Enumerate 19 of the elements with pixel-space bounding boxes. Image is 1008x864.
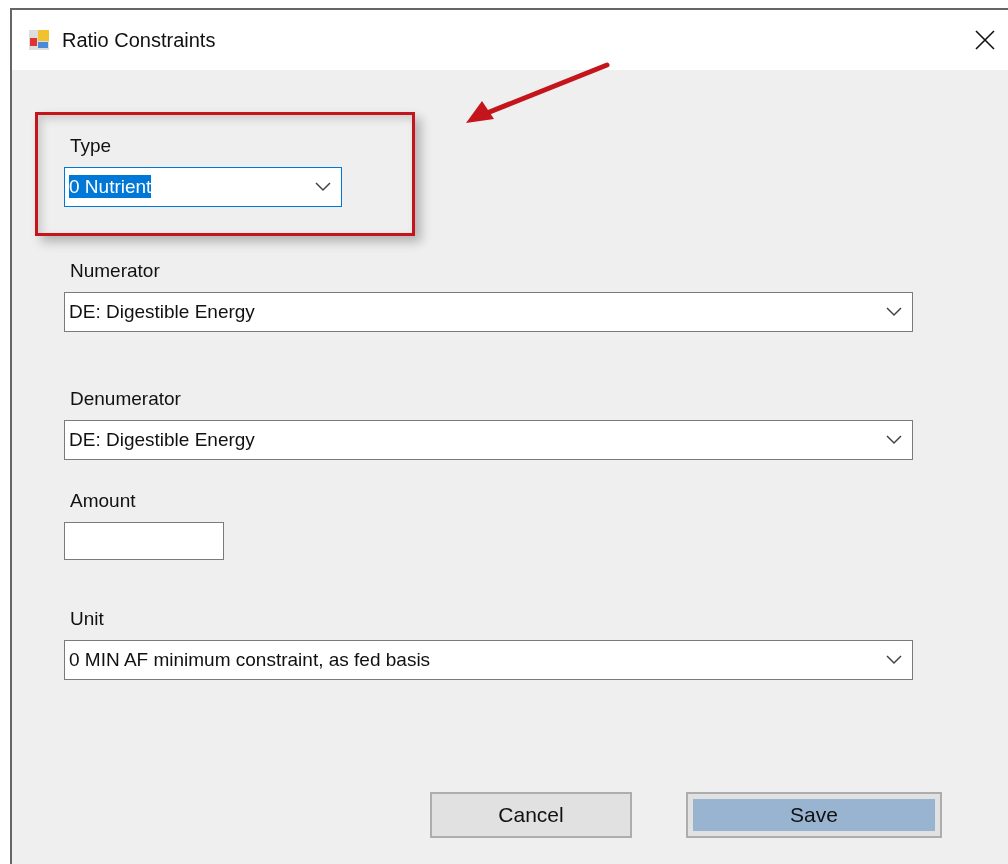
field-label: Type <box>70 135 113 157</box>
chevron-icon <box>886 655 902 665</box>
dropdown-field[interactable]: DE: Digestible Energy <box>64 420 913 460</box>
chevron-icon <box>315 182 331 192</box>
dropdown-field[interactable]: DE: Digestible Energy <box>64 292 913 332</box>
field-label: Unit <box>70 608 105 630</box>
dropdown-field[interactable]: 0 Nutrient <box>64 167 342 207</box>
field-label: Amount <box>70 490 137 512</box>
field-label: Denumerator <box>70 388 182 410</box>
field-label: Numerator <box>70 260 161 282</box>
close-icon <box>974 29 996 51</box>
cancel-button[interactable]: Cancel <box>430 792 632 838</box>
window-title: Ratio Constraints <box>62 28 217 52</box>
save-button[interactable]: Save <box>686 792 942 838</box>
chevron-icon <box>886 435 902 445</box>
app-icon <box>28 29 50 51</box>
dropdown-field[interactable]: 0 MIN AF minimum constraint, as fed basis <box>64 640 913 680</box>
input-field[interactable] <box>64 522 224 560</box>
chevron-icon <box>886 307 902 317</box>
